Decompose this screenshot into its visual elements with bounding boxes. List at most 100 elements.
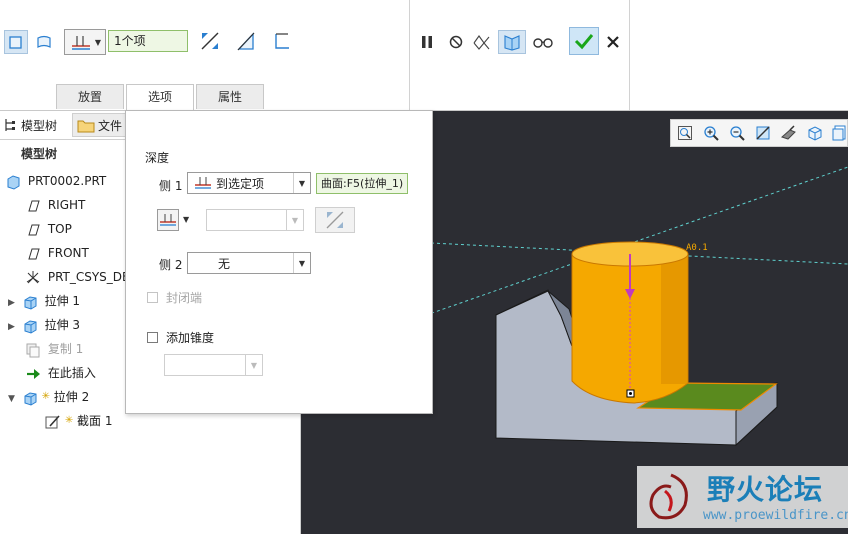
chevron-down-icon: ▼ [293,173,310,193]
ok-button[interactable] [569,27,599,55]
dimension-label[interactable]: A0.1 [686,243,708,253]
zoom-out-button[interactable] [728,124,746,142]
extrude-icon [24,295,37,310]
verify-mode-button[interactable] [530,30,556,54]
geometry-preview-button[interactable] [470,30,494,54]
tab-model-tree[interactable]: 模型树 [3,115,57,135]
collapse-arrow-icon[interactable]: ▼ [8,394,15,404]
tree-item-label: PRT_CSYS_DEF [47,270,137,284]
tree-item-part[interactable]: PRT0002.PRT [5,170,106,192]
thicken-icon [275,33,289,49]
tree-item-label: 复制 1 [47,342,84,356]
thicken-sketch-button[interactable] [270,29,294,53]
surface-icon [37,35,51,48]
tab-properties[interactable]: 属性 [196,84,264,109]
tree-item-label: PRT0002.PRT [27,174,107,188]
tab-options[interactable]: 选项 [126,84,194,111]
flip-depth-direction-button[interactable] [315,207,355,233]
depth-value-field[interactable]: 1个项 [108,30,188,52]
new-feature-asterisk-icon: ✳ [64,415,74,426]
capped-ends-checkbox[interactable] [147,292,158,303]
graphics-toolbar [670,119,848,147]
side1-depth-type-button[interactable] [157,209,179,231]
taper-angle-select[interactable]: ▼ [164,354,263,376]
close-icon [607,36,619,48]
depth-section-title: 深度 [145,151,170,165]
tree-item-label: RIGHT [47,198,86,212]
part-icon [7,174,20,190]
view-cube-icon [808,126,822,141]
chevron-down-icon: ▼ [245,355,262,375]
repaint-icon [756,126,770,140]
side2-depth-select[interactable]: 无 ▼ [187,252,311,274]
refit-button[interactable] [676,124,694,142]
chevron-down-icon: ▼ [94,37,102,47]
forum-watermark: 野火论坛 www.proewildfire.cn [637,466,848,528]
display-style-icon [781,125,796,140]
datum-plane-icon [28,200,40,211]
pause-icon [422,36,432,48]
tree-item-right[interactable]: RIGHT [25,194,85,216]
forum-logo [649,473,688,520]
tree-item-label: TOP [47,222,72,236]
tree-item-csys[interactable]: PRT_CSYS_DEF [25,266,137,288]
saved-orientations-button[interactable] [806,124,824,142]
view-manager-icon [832,125,846,141]
chevron-down-icon: ▼ [286,210,303,230]
side2-label: 侧 2 [159,258,183,272]
view-manager-button[interactable] [831,124,848,142]
side1-depth-value-select[interactable]: ▼ [206,209,304,231]
tab-model-tree-label: 模型树 [21,118,58,133]
tree-item-front[interactable]: FRONT [25,242,89,264]
tree-item-copy-1[interactable]: 复制 1 [25,338,83,360]
pause-button[interactable] [415,30,439,54]
tree-item-extrude-2[interactable]: ▼ ✳ 拉伸 2 [8,386,89,408]
flip-arrows-icon [326,211,344,229]
tab-placement[interactable]: 放置 [56,84,124,109]
tab-file-label: 文件 [98,118,123,133]
checkmark-icon [574,34,594,50]
copy-icon [26,343,40,357]
tree-item-top[interactable]: TOP [25,218,72,240]
tab-file-browser[interactable]: 文件 [72,113,130,137]
flip-direction-button[interactable] [198,29,222,53]
dashboard-tabs: 放置 选项 属性 [56,84,266,111]
feature-preview-icon [504,35,520,51]
expand-arrow-icon[interactable]: ▶ [8,322,15,332]
tree-item-extrude-3[interactable]: ▶ 拉伸 3 [8,314,80,336]
tree-item-insert-here[interactable]: 在此插入 [25,362,96,384]
side1-depth-value: 到选定项 [216,177,265,191]
folder-icon [77,120,95,133]
remove-material-button[interactable] [234,29,258,53]
solid-icon [9,36,22,49]
display-style-button[interactable] [780,124,798,142]
tree-item-extrude-1[interactable]: ▶ 拉伸 1 [8,290,80,312]
chevron-down-icon: ▼ [293,253,310,273]
expand-arrow-icon[interactable]: ▶ [8,298,15,308]
datum-plane-icon [28,248,40,259]
solid-toggle-button[interactable] [4,30,28,54]
tree-item-label: 拉伸 2 [53,390,90,404]
no-preview-button[interactable] [444,30,468,54]
cancel-button[interactable] [601,30,625,54]
sketch-icon [45,414,60,428]
zoom-in-button[interactable] [702,124,720,142]
glasses-icon [533,38,553,48]
feature-preview-button[interactable] [498,30,526,54]
repaint-button[interactable] [754,124,772,142]
wireframe-preview-icon [473,35,490,50]
add-taper-label: 添加锥度 [166,331,215,345]
surface-toggle-button[interactable] [32,30,56,54]
remove-material-icon [237,32,255,51]
tree-item-label: 截面 1 [77,414,113,428]
blind-depth-icon [71,36,90,50]
side1-depth-select[interactable]: 到选定项 ▼ [187,172,311,194]
chevron-down-icon[interactable]: ▼ [183,215,189,224]
depth-type-dropdown[interactable]: ▼ [64,29,106,55]
side1-reference-collector[interactable]: 曲面:F5(拉伸_1) [316,173,409,194]
add-taper-checkbox[interactable] [147,332,158,343]
side1-label: 侧 1 [159,179,183,193]
blind-depth-icon [160,214,176,226]
tree-item-section-1[interactable]: ✳ 截面 1 [45,410,113,432]
zoom-out-icon [730,126,745,141]
